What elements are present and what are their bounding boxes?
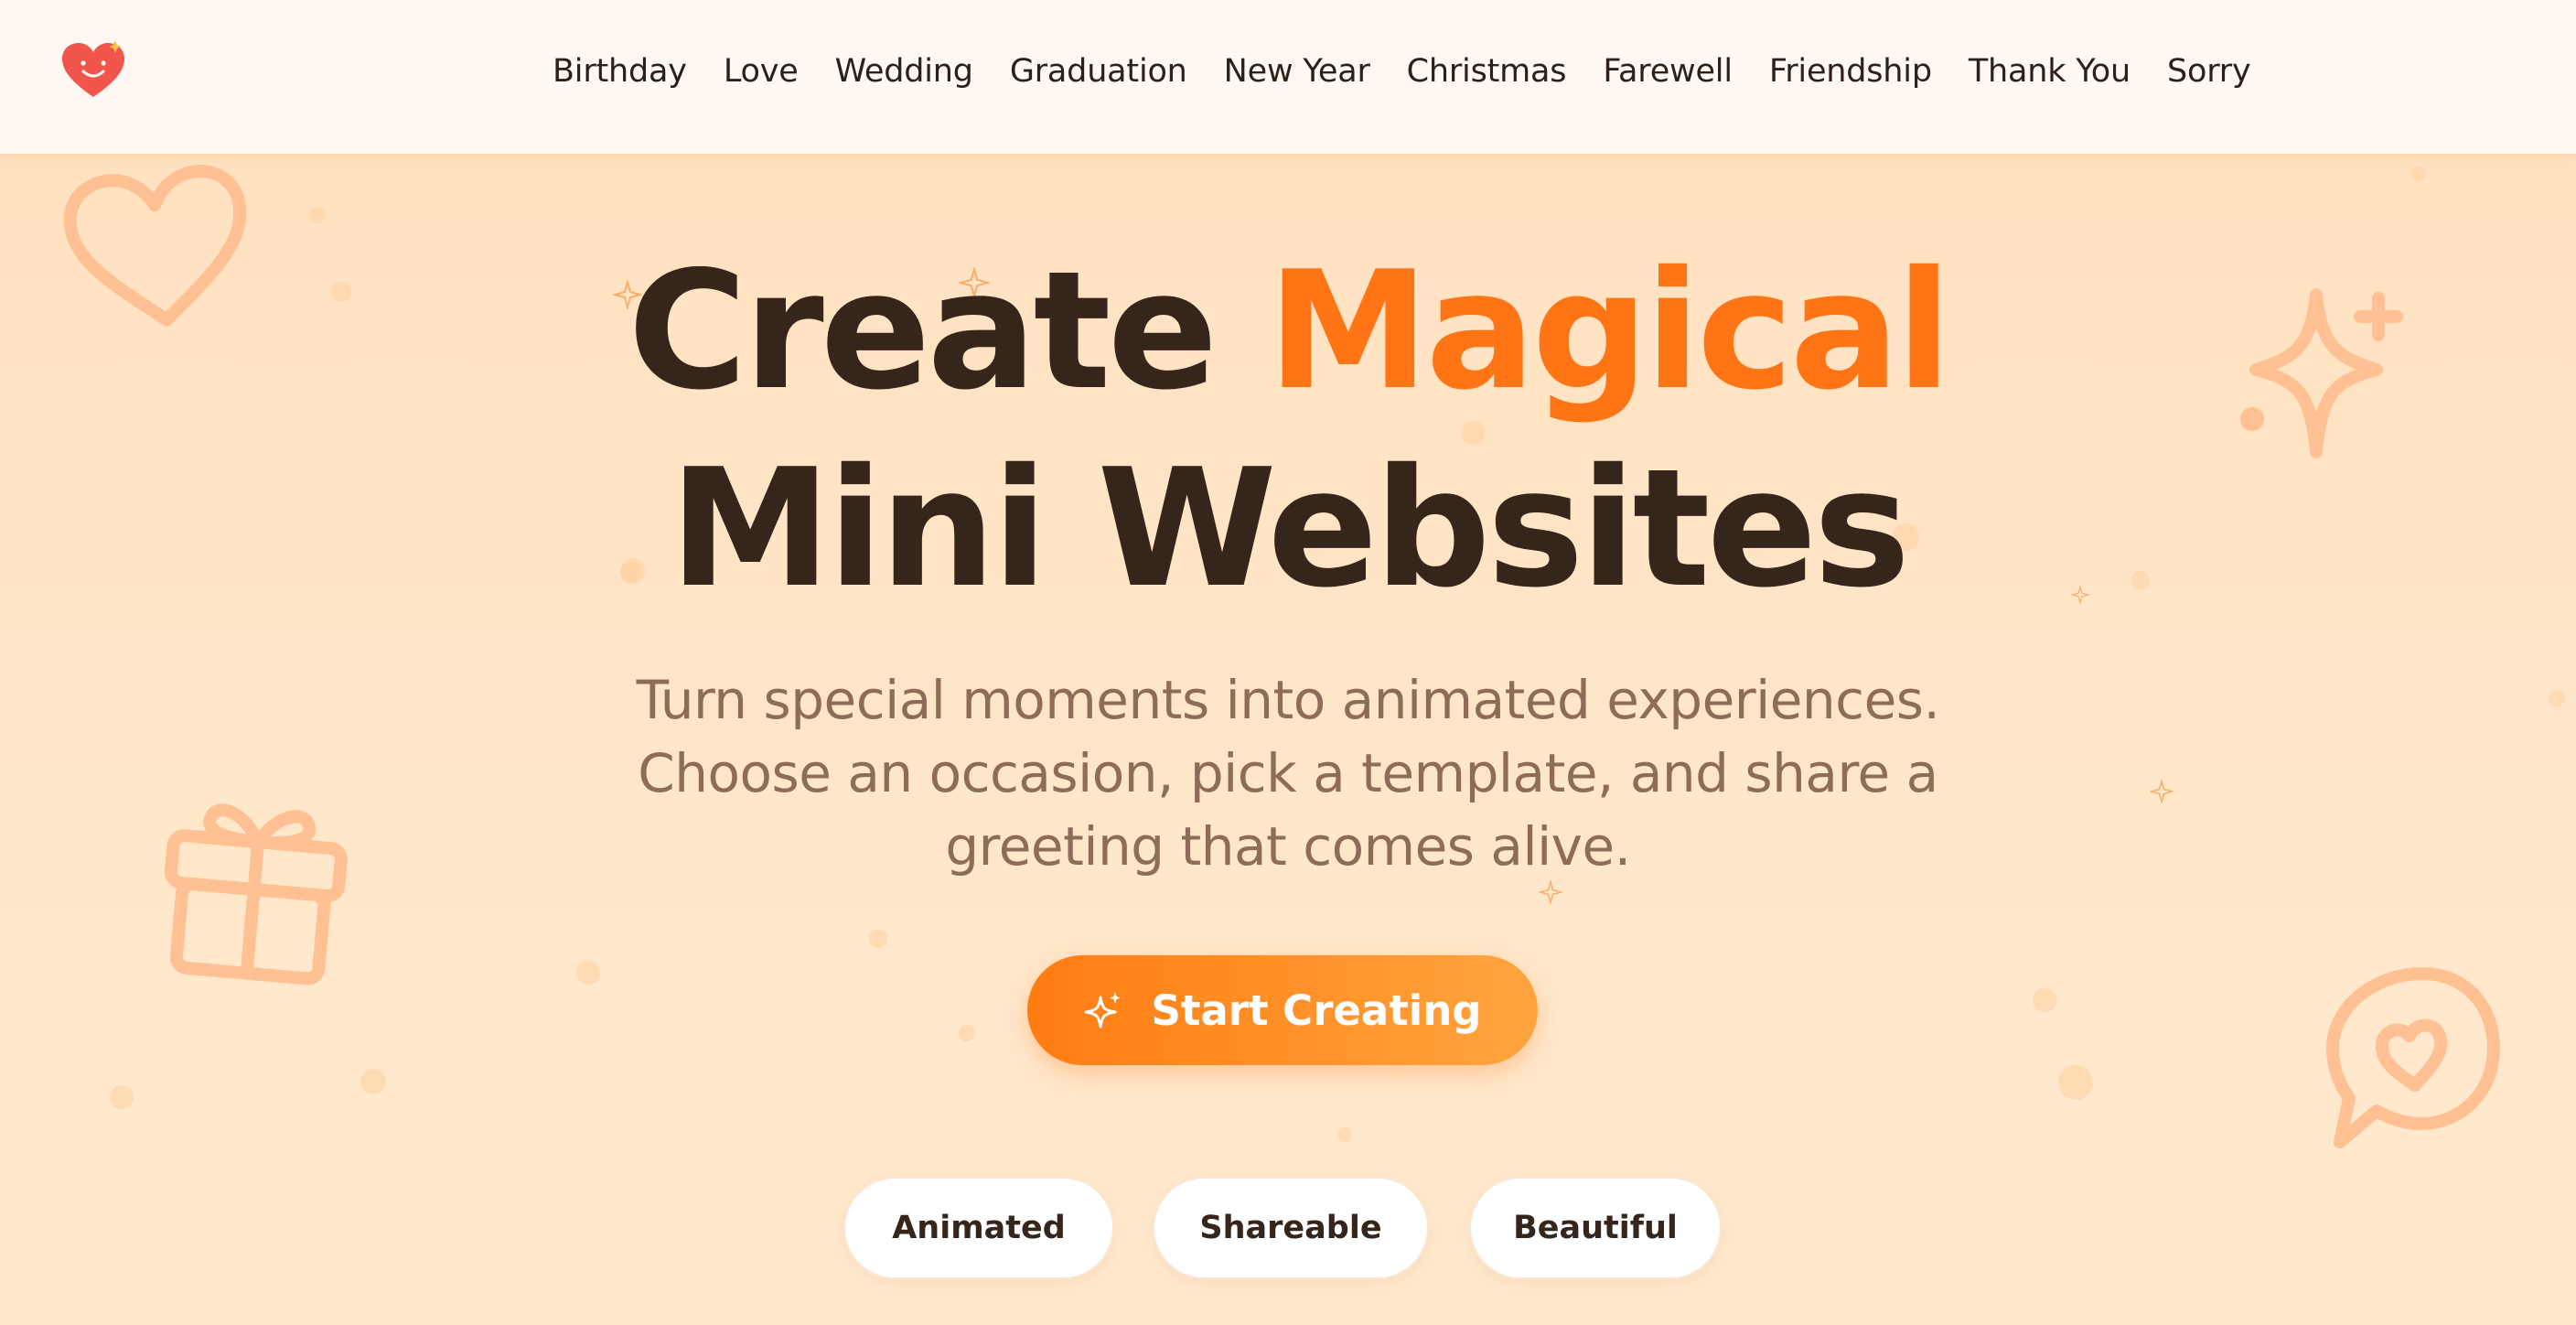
hero-subtitle-line-1: Turn special moments into animated exper… [636,669,1940,731]
decor-dot [959,1025,975,1041]
start-creating-label: Start Creating [1151,986,1482,1035]
decor-dot [2411,167,2426,181]
decor-dot [360,1069,386,1094]
logo-heart-icon[interactable] [59,38,128,102]
hero-subtitle-line-3: greeting that comes alive. [945,815,1631,878]
small-sparkle-icon [1539,880,1562,904]
nav-link-love[interactable]: Love [724,53,799,90]
decor-dot [110,1085,134,1109]
start-creating-button[interactable]: Start Creating [1027,955,1538,1065]
nav-link-christmas[interactable]: Christmas [1407,53,1567,90]
hero-title-line-1: Create Magical [0,240,2576,423]
feature-pill-shareable: Shareable [1153,1177,1429,1279]
decor-dot [2058,1065,2093,1100]
nav-link-friendship[interactable]: Friendship [1769,53,1932,90]
nav-link-new-year[interactable]: New Year [1224,53,1370,90]
nav-link-graduation[interactable]: Graduation [1010,53,1187,90]
nav-link-birthday[interactable]: Birthday [553,53,687,90]
decor-dot [309,207,326,223]
nav-link-thank-you[interactable]: Thank You [1969,53,2131,90]
nav-link-wedding[interactable]: Wedding [835,53,973,90]
nav-link-farewell[interactable]: Farewell [1603,53,1733,90]
hero-title-line-2: Mini Websites [669,434,1911,623]
hero-title-accent: Magical [1267,236,1951,426]
occasion-nav: Birthday Love Wedding Graduation New Yea… [553,46,2251,97]
decor-dot [576,961,600,985]
feature-pill-animated: Animated [843,1177,1114,1279]
hero-subtitle-line-2: Choose an occasion, pick a template, and… [638,742,1938,804]
sparkle-icon [1084,992,1121,1029]
top-navbar: Birthday Love Wedding Graduation New Yea… [0,0,2576,154]
feature-pill-beautiful: Beautiful [1469,1177,1722,1279]
chat-heart-icon [2326,967,2500,1148]
nav-link-sorry[interactable]: Sorry [2167,53,2251,90]
decor-dot [2033,988,2056,1012]
decor-dot [1337,1127,1352,1142]
hero-title-prefix: Create [628,236,1218,426]
decor-dot [869,930,887,948]
